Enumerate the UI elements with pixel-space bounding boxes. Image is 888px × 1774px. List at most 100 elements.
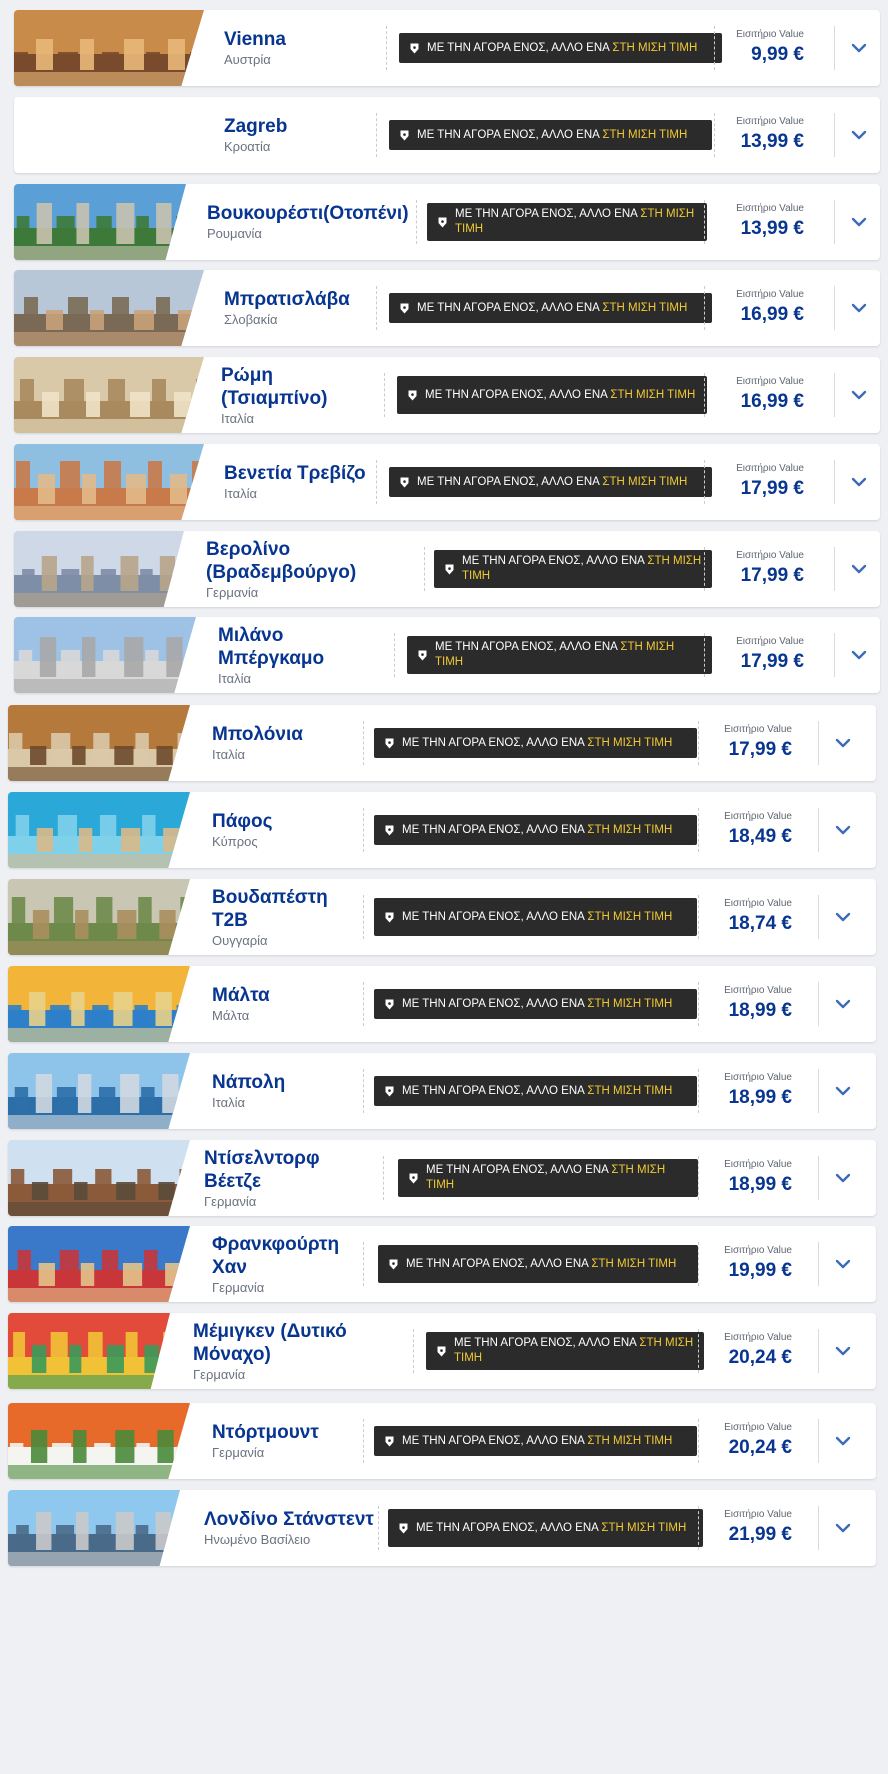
promo-text: ΜΕ ΤΗΝ ΑΓΟΡΑ ΕΝΟΣ, ΑΛΛΟ ΕΝΑ ΣΤΗ ΜΙΣΗ ΤΙΜ…: [417, 475, 687, 490]
chevron-down-icon[interactable]: [828, 1336, 858, 1366]
divider: [834, 460, 835, 504]
destination-card[interactable]: Μέμιγκεν (Δυτικό Μόναχο) Γερμανία ΜΕ ΤΗΝ…: [8, 1313, 876, 1389]
destination-card[interactable]: Πάφος Κύπρος ΜΕ ΤΗΝ ΑΓΟΡΑ ΕΝΟΣ, ΑΛΛΟ ΕΝΑ…: [8, 792, 876, 868]
city-name: Βενετία Τρεβίζο: [224, 463, 366, 484]
price: 13,99 €: [740, 131, 804, 152]
price-block: Εισιτήριο Value 18,74 €: [704, 879, 792, 955]
destination-card[interactable]: Zagreb Κροατία ΜΕ ΤΗΝ ΑΓΟΡΑ ΕΝΟΣ, ΑΛΛΟ Ε…: [14, 97, 880, 173]
chevron-down-icon[interactable]: [828, 902, 858, 932]
promo-badge: ΜΕ ΤΗΝ ΑΓΟΡΑ ΕΝΟΣ, ΑΛΛΟ ΕΝΑ ΣΤΗ ΜΙΣΗ ΤΙΜ…: [378, 1245, 698, 1283]
chevron-down-icon[interactable]: [828, 1249, 858, 1279]
divider: [704, 633, 705, 677]
divider: [818, 1329, 819, 1373]
country-name: Ηνωμένο Βασίλειο: [204, 1532, 311, 1547]
price-block: Εισιτήριο Value 9,99 €: [716, 10, 804, 86]
destination-card[interactable]: Βουκουρέστι(Οτοπένι) Ρουμανία ΜΕ ΤΗΝ ΑΓΟ…: [14, 184, 880, 260]
promo-text-prefix: ΜΕ ΤΗΝ ΑΓΟΡΑ ΕΝΟΣ, ΑΛΛΟ ΕΝΑ: [417, 128, 600, 141]
chevron-down-icon[interactable]: [828, 815, 858, 845]
destination-card[interactable]: Βουδαπέστη T2B Ουγγαρία ΜΕ ΤΗΝ ΑΓΟΡΑ ΕΝΟ…: [8, 879, 876, 955]
price-block: Εισιτήριο Value 19,99 €: [704, 1226, 792, 1302]
chevron-down-icon[interactable]: [828, 1076, 858, 1106]
divider: [834, 633, 835, 677]
price: 17,99 €: [740, 651, 804, 672]
shield-tag-icon: [398, 1522, 408, 1534]
price-block: Εισιτήριο Value 17,99 €: [716, 531, 804, 607]
city-name: Μπρατισλάβα: [224, 289, 350, 310]
shield-tag-icon: [384, 737, 394, 749]
destination-photo: [14, 357, 204, 433]
destination-info: Πάφος Κύπρος: [212, 792, 362, 868]
promo-text: ΜΕ ΤΗΝ ΑΓΟΡΑ ΕΝΟΣ, ΑΛΛΟ ΕΝΑ ΣΤΗ ΜΙΣΗ ΤΙΜ…: [417, 301, 687, 316]
chevron-down-icon[interactable]: [844, 380, 874, 410]
destination-card[interactable]: Βερολίνο (Βραδεμβούργο) Γερμανία ΜΕ ΤΗΝ …: [14, 531, 880, 607]
shield-tag-icon: [444, 563, 454, 575]
promo-badge: ΜΕ ΤΗΝ ΑΓΟΡΑ ΕΝΟΣ, ΑΛΛΟ ΕΝΑ ΣΤΗ ΜΙΣΗ ΤΙΜ…: [374, 815, 697, 845]
price-block: Εισιτήριο Value 20,24 €: [704, 1313, 792, 1389]
divider: [363, 982, 364, 1026]
chevron-down-icon[interactable]: [828, 728, 858, 758]
promo-text-prefix: ΜΕ ΤΗΝ ΑΓΟΡΑ ΕΝΟΣ, ΑΛΛΟ ΕΝΑ: [455, 208, 638, 220]
chevron-down-icon[interactable]: [844, 207, 874, 237]
promo-badge: ΜΕ ΤΗΝ ΑΓΟΡΑ ΕΝΟΣ, ΑΛΛΟ ΕΝΑ ΣΤΗ ΜΙΣΗ ΤΙΜ…: [434, 550, 712, 588]
destination-card[interactable]: Μπολόνια Ιταλία ΜΕ ΤΗΝ ΑΓΟΡΑ ΕΝΟΣ, ΑΛΛΟ …: [8, 705, 876, 781]
promo-text: ΜΕ ΤΗΝ ΑΓΟΡΑ ΕΝΟΣ, ΑΛΛΟ ΕΝΑ ΣΤΗ ΜΙΣΗ ΤΙΜ…: [427, 41, 697, 56]
destination-card[interactable]: Μπρατισλάβα Σλοβακία ΜΕ ΤΗΝ ΑΓΟΡΑ ΕΝΟΣ, …: [14, 270, 880, 346]
promo-text: ΜΕ ΤΗΝ ΑΓΟΡΑ ΕΝΟΣ, ΑΛΛΟ ΕΝΑ ΣΤΗ ΜΙΣΗ ΤΙΜ…: [435, 640, 702, 670]
promo-badge: ΜΕ ΤΗΝ ΑΓΟΡΑ ΕΝΟΣ, ΑΛΛΟ ΕΝΑ ΣΤΗ ΜΙΣΗ ΤΙΜ…: [398, 1159, 698, 1197]
destination-card[interactable]: Vienna Αυστρία ΜΕ ΤΗΝ ΑΓΟΡΑ ΕΝΟΣ, ΑΛΛΟ Ε…: [14, 10, 880, 86]
promo-text: ΜΕ ΤΗΝ ΑΓΟΡΑ ΕΝΟΣ, ΑΛΛΟ ΕΝΑ ΣΤΗ ΜΙΣΗ ΤΙΜ…: [402, 910, 672, 925]
promo-text: ΜΕ ΤΗΝ ΑΓΟΡΑ ΕΝΟΣ, ΑΛΛΟ ΕΝΑ ΣΤΗ ΜΙΣΗ ΤΙΜ…: [454, 1336, 694, 1366]
country-name: Γερμανία: [212, 1445, 265, 1460]
destination-card[interactable]: Ρώμη (Τσιαμπίνο) Ιταλία ΜΕ ΤΗΝ ΑΓΟΡΑ ΕΝΟ…: [14, 357, 880, 433]
price: 18,99 €: [728, 1087, 792, 1108]
destination-card[interactable]: Βενετία Τρεβίζο Ιταλία ΜΕ ΤΗΝ ΑΓΟΡΑ ΕΝΟΣ…: [14, 444, 880, 520]
price: 20,24 €: [728, 1437, 792, 1458]
chevron-down-icon[interactable]: [828, 1513, 858, 1543]
country-name: Γερμανία: [206, 584, 259, 600]
destination-info: Βενετία Τρεβίζο Ιταλία: [224, 444, 374, 520]
divider: [698, 1329, 699, 1373]
price-block: Εισιτήριο Value 17,99 €: [704, 705, 792, 781]
divider: [363, 808, 364, 852]
divider: [714, 113, 715, 157]
country-name: Ρουμανία: [207, 226, 262, 241]
price-block: Εισιτήριο Value 18,99 €: [704, 1140, 792, 1216]
chevron-down-icon[interactable]: [828, 1426, 858, 1456]
destination-card[interactable]: Μιλάνο Μπέργκαμο Ιταλία ΜΕ ΤΗΝ ΑΓΟΡΑ ΕΝΟ…: [14, 617, 880, 693]
fare-label: Εισιτήριο Value: [736, 636, 804, 647]
destination-info: Μάλτα Μάλτα: [212, 966, 362, 1042]
chevron-down-icon[interactable]: [844, 554, 874, 584]
country-name: Ιταλία: [212, 747, 245, 762]
destination-photo: [8, 1403, 190, 1479]
promo-text-highlight: ΣΤΗ ΜΙΣΗ ΤΙΜΗ: [591, 1257, 677, 1270]
promo-text: ΜΕ ΤΗΝ ΑΓΟΡΑ ΕΝΟΣ, ΑΛΛΟ ΕΝΑ ΣΤΗ ΜΙΣΗ ΤΙΜ…: [416, 1521, 686, 1536]
chevron-down-icon[interactable]: [844, 120, 874, 150]
chevron-down-icon[interactable]: [844, 467, 874, 497]
promo-text-prefix: ΜΕ ΤΗΝ ΑΓΟΡΑ ΕΝΟΣ, ΑΛΛΟ ΕΝΑ: [402, 823, 585, 836]
promo-text-prefix: ΜΕ ΤΗΝ ΑΓΟΡΑ ΕΝΟΣ, ΑΛΛΟ ΕΝΑ: [427, 41, 610, 54]
destination-card[interactable]: Λονδίνο Στάνστεντ Ηνωμένο Βασίλειο ΜΕ ΤΗ…: [8, 1490, 876, 1566]
destination-photo: [14, 531, 184, 607]
divider: [818, 1419, 819, 1463]
chevron-down-icon[interactable]: [844, 640, 874, 670]
promo-text-prefix: ΜΕ ΤΗΝ ΑΓΟΡΑ ΕΝΟΣ, ΑΛΛΟ ΕΝΑ: [435, 641, 618, 653]
destination-card[interactable]: Φρανκφούρτη Χαν Γερμανία ΜΕ ΤΗΝ ΑΓΟΡΑ ΕΝ…: [8, 1226, 876, 1302]
destination-card[interactable]: Ντίσελντορφ Βέετζε Γερμανία ΜΕ ΤΗΝ ΑΓΟΡΑ…: [8, 1140, 876, 1216]
fare-label: Εισιτήριο Value: [724, 1509, 792, 1520]
destination-list: Vienna Αυστρία ΜΕ ΤΗΝ ΑΓΟΡΑ ΕΝΟΣ, ΑΛΛΟ Ε…: [0, 0, 888, 1774]
chevron-down-icon[interactable]: [828, 989, 858, 1019]
destination-card[interactable]: Ντόρτμουντ Γερμανία ΜΕ ΤΗΝ ΑΓΟΡΑ ΕΝΟΣ, Α…: [8, 1403, 876, 1479]
divider: [424, 547, 425, 591]
divider: [818, 808, 819, 852]
chevron-down-icon[interactable]: [844, 293, 874, 323]
divider: [698, 808, 699, 852]
shield-tag-icon: [384, 911, 394, 923]
country-name: Ιταλία: [218, 670, 251, 686]
promo-text-highlight: ΣΤΗ ΜΙΣΗ ΤΙΜΗ: [610, 388, 696, 401]
destination-card[interactable]: Μάλτα Μάλτα ΜΕ ΤΗΝ ΑΓΟΡΑ ΕΝΟΣ, ΑΛΛΟ ΕΝΑ …: [8, 966, 876, 1042]
price: 17,99 €: [740, 478, 804, 499]
city-name: Ντίσελντορφ Βέετζε: [204, 1147, 320, 1192]
chevron-down-icon[interactable]: [828, 1163, 858, 1193]
destination-card[interactable]: Νάπολη Ιταλία ΜΕ ΤΗΝ ΑΓΟΡΑ ΕΝΟΣ, ΑΛΛΟ ΕΝ…: [8, 1053, 876, 1129]
chevron-down-icon[interactable]: [844, 33, 874, 63]
